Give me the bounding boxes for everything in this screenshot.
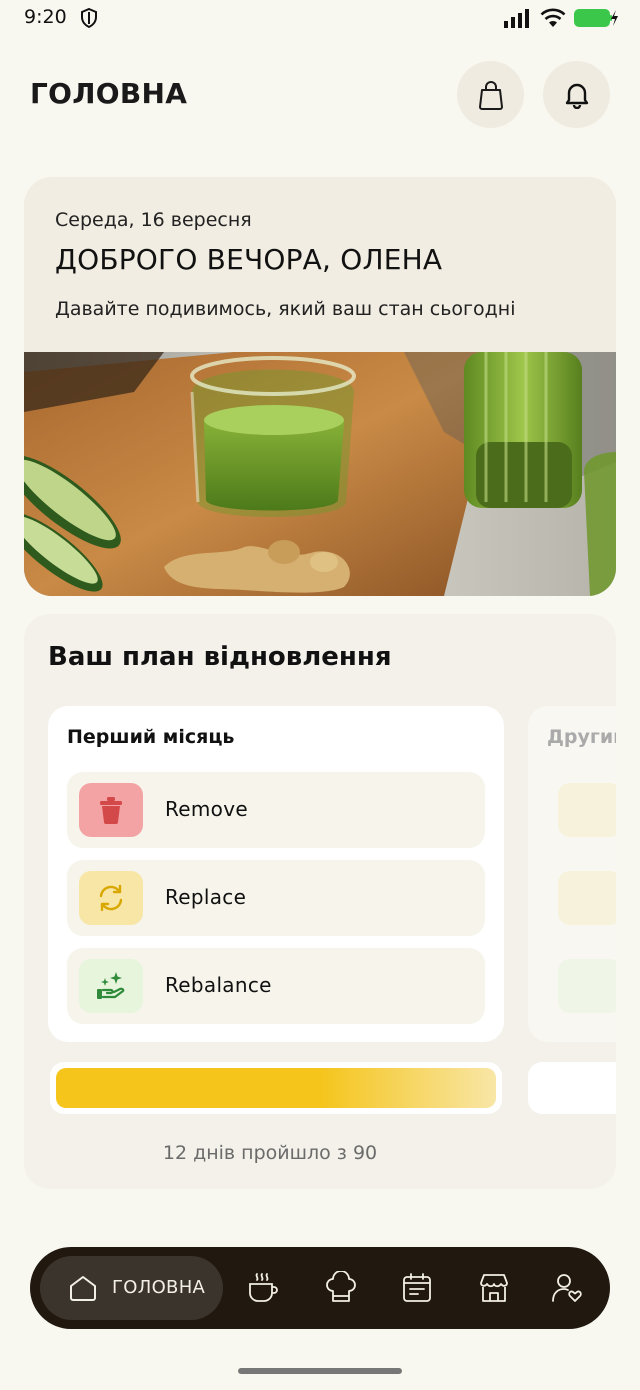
progress-bar — [50, 1062, 502, 1114]
battery-charging-icon — [574, 9, 618, 27]
greeting-card: Середа, 16 вересня ДОБРОГО ВЕЧОРА, ОЛЕНА… — [24, 177, 616, 596]
profile-heart-icon[interactable] — [550, 1271, 584, 1305]
status-bar: 9:20 — [0, 0, 640, 40]
bottom-nav: ГОЛОВНА — [30, 1247, 610, 1329]
ghost-step-icon — [558, 959, 616, 1013]
home-indicator — [238, 1368, 402, 1374]
step-label: Remove — [165, 797, 248, 821]
signal-icon — [504, 9, 529, 28]
shopping-bag-icon — [478, 80, 503, 110]
ghost-step-icon — [558, 783, 616, 837]
wifi-icon — [540, 8, 566, 27]
nav-item-home[interactable]: ГОЛОВНА — [40, 1256, 223, 1320]
ghost-step-icon — [558, 871, 616, 925]
greeting-title: ДОБРОГО ВЕЧОРА, ОЛЕНА — [55, 243, 443, 276]
progress-bar-second — [528, 1062, 616, 1114]
step-remove[interactable]: Remove — [67, 772, 485, 848]
trash-icon — [79, 783, 143, 837]
bell-icon — [565, 83, 588, 109]
progress-fill — [56, 1068, 496, 1108]
step-replace[interactable]: Replace — [67, 860, 485, 936]
month-card-second[interactable]: Другий місяць — [528, 706, 616, 1042]
cart-button[interactable] — [457, 61, 524, 128]
step-label: Rebalance — [165, 973, 272, 997]
month-card-first[interactable]: Перший місяць Remove Replace Rebalance — [48, 706, 504, 1042]
refresh-icon — [79, 871, 143, 925]
progress-text: 12 днів пройшло з 90 — [162, 1142, 378, 1164]
plan-title: Ваш план відновлення — [48, 642, 392, 672]
home-icon — [70, 1276, 96, 1301]
chef-hat-icon[interactable] — [324, 1271, 358, 1305]
shield-icon — [81, 8, 97, 28]
page-title: ГОЛОВНА — [30, 77, 188, 110]
greeting-date: Середа, 16 вересня — [55, 209, 252, 231]
juice-photo — [24, 352, 616, 596]
step-label: Replace — [165, 885, 247, 909]
juice-glass — [190, 356, 356, 517]
shop-icon[interactable] — [477, 1271, 511, 1305]
month-label: Другий місяць — [547, 726, 616, 748]
greeting-subtitle: Давайте подивимось, який ваш стан сьогод… — [55, 298, 516, 320]
month-label: Перший місяць — [67, 726, 235, 748]
calendar-icon[interactable] — [400, 1271, 434, 1305]
status-time: 9:20 — [24, 6, 67, 28]
tall-juice-glass — [464, 352, 582, 508]
notifications-button[interactable] — [543, 61, 610, 128]
step-rebalance[interactable]: Rebalance — [67, 948, 485, 1024]
nav-active-label: ГОЛОВНА — [112, 1277, 206, 1298]
recovery-plan-section: Ваш план відновлення Перший місяць Remov… — [24, 614, 616, 1189]
hand-sparkle-icon — [79, 959, 143, 1013]
coffee-cup-icon[interactable] — [246, 1271, 280, 1305]
